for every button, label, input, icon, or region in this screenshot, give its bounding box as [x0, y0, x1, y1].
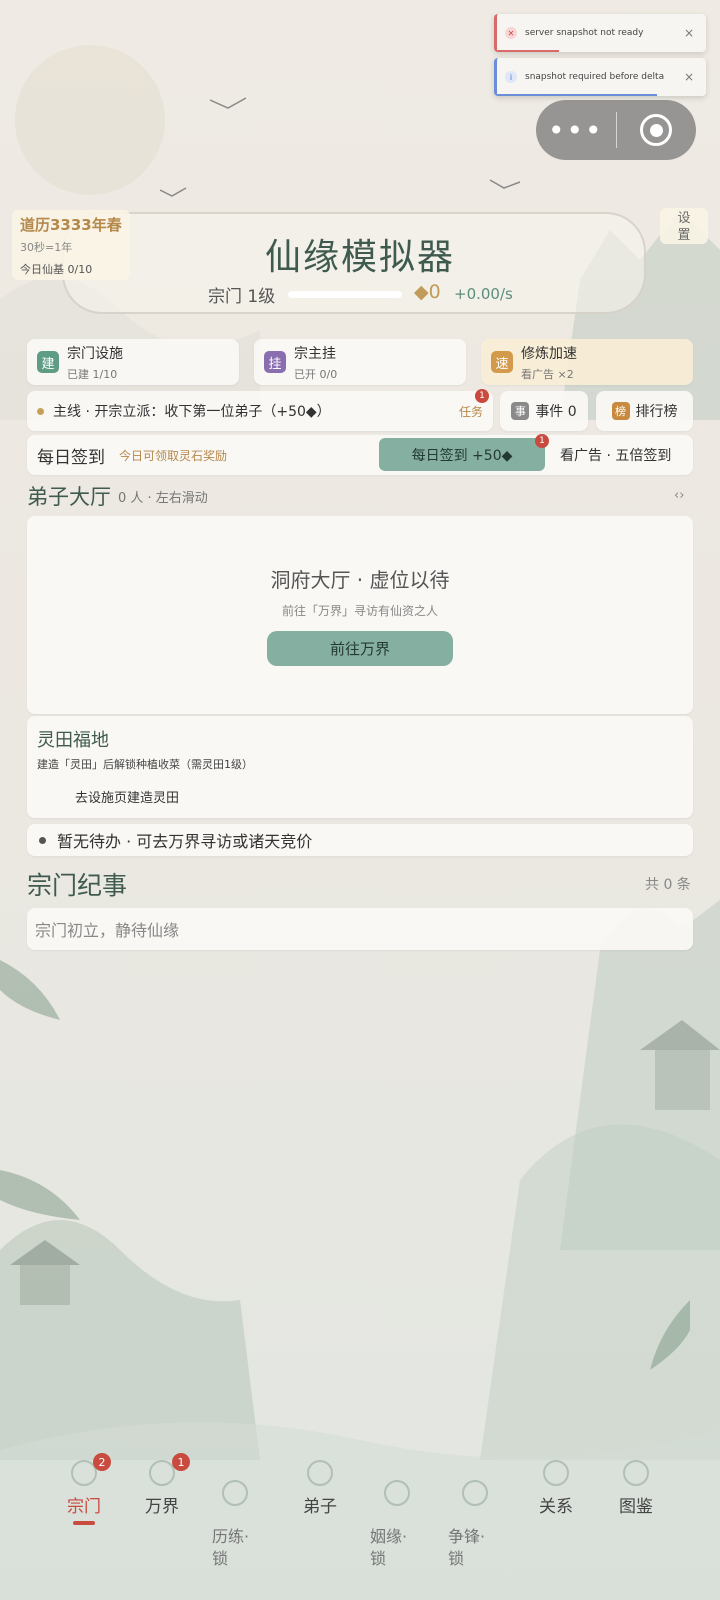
facility-title: 宗门设施 [67, 345, 123, 362]
close-icon[interactable]: × [684, 26, 694, 40]
nav-label: 万界 [145, 1497, 179, 1517]
info-icon: i [505, 71, 517, 83]
spirit-field: 灵田福地 建造「灵田」后解锁种植收菜（需灵田1级） 去设施页建造灵田 [27, 716, 693, 818]
mainline-quest[interactable]: 主线 · 开宗立派：收下第一位弟子（+50◆） 任务 1 [27, 389, 493, 431]
nav-badge: 1 [172, 1453, 190, 1471]
hall-subtitle: 0 人 · 左右滑动 [118, 491, 208, 506]
hall-scroll-arrows[interactable]: ‹› [674, 488, 684, 503]
facility-title: 宗主挂 [294, 345, 336, 362]
chronicle-title: 宗门纪事 [27, 871, 128, 900]
disciple-icon [307, 1460, 333, 1486]
events-icon: 事 [511, 402, 530, 420]
codex-icon [623, 1460, 649, 1486]
nav-label: 弟子 [303, 1497, 337, 1517]
go-realm-button[interactable]: 前往万界 [267, 631, 453, 666]
nav-item-codex[interactable]: 图鉴 [616, 1460, 656, 1517]
mainline-text: 主线 · 开宗立派：收下第一位弟子（+50◆） [53, 404, 331, 420]
more-menu-button[interactable]: ••• [536, 114, 616, 147]
sect-level: 宗门 1级 [208, 287, 276, 307]
error-toast: ✕ server snapshot not ready × [494, 14, 706, 52]
chronicle-count: 共 0 条 [645, 877, 691, 893]
training-icon [222, 1480, 248, 1506]
bottom-nav: 宗门 2 万界 1 历练· 锁 弟子 姻缘· 锁 争锋· 锁 关系 图鉴 [0, 1453, 720, 1600]
ranking-icon: 榜 [611, 402, 630, 420]
bullet-icon [39, 836, 46, 844]
nav-label: 图鉴 [619, 1497, 653, 1517]
field-desc: 建造「灵田」后解锁种植收菜（需灵田1级） [37, 758, 253, 771]
nav-item-relation[interactable]: 关系 [536, 1460, 576, 1517]
facility-card-build[interactable]: 建 宗门设施 已建 1/10 [27, 339, 239, 385]
nav-label: 历练· 锁 [212, 1527, 250, 1568]
nav-item-training[interactable]: 历练· 锁 [212, 1458, 262, 1592]
nav-label: 宗门 [67, 1497, 101, 1517]
bullet-icon [37, 407, 44, 415]
todo-bar: 暂无待办 · 可去万界寻访或诸天竞价 [27, 824, 693, 856]
level-progress-bar [288, 291, 402, 298]
master-icon: 挂 [264, 351, 286, 373]
hall-title: 弟子大厅 [27, 485, 111, 509]
nav-label: 姻缘· 锁 [370, 1527, 408, 1568]
facility-card-speedup[interactable]: 速 修炼加速 看广告 ×2 [481, 339, 693, 385]
marriage-icon [384, 1480, 410, 1506]
facility-sub: 看广告 ×2 [521, 367, 574, 381]
nav-label: 关系 [539, 1497, 573, 1517]
signin-badge: 1 [535, 434, 549, 448]
facility-sub: 已建 1/10 [67, 367, 118, 381]
info-toast-text: snapshot required before delta [525, 72, 665, 82]
realm-icon [149, 1460, 175, 1486]
nav-badge: 2 [93, 1453, 111, 1471]
speed-icon: 速 [491, 351, 513, 373]
daily-signin: 每日签到 今日可领取灵石奖励 每日签到 +50◆ 1 看广告 · 五倍签到 [27, 434, 693, 475]
info-toast: i snapshot required before delta × [494, 58, 706, 96]
build-icon: 建 [37, 351, 59, 373]
task-link[interactable]: 任务 [459, 403, 483, 420]
ranking-button[interactable]: 榜 排行榜 [596, 391, 693, 431]
nav-item-disciple[interactable]: 弟子 [300, 1460, 340, 1517]
events-button[interactable]: 事 事件 0 [500, 391, 588, 431]
error-icon: ✕ [505, 27, 517, 39]
build-field-button[interactable]: 去设施页建造灵田 [37, 782, 217, 810]
miniprogram-capsule: ••• [536, 100, 696, 160]
hall-empty-title: 洞府大厅 · 虚位以待 [270, 568, 450, 592]
nav-label: 争锋· 锁 [448, 1527, 486, 1568]
facility-sub: 已开 0/0 [294, 367, 338, 381]
contest-icon [462, 1480, 488, 1506]
todo-text: 暂无待办 · 可去万界寻访或诸天竞价 [57, 832, 313, 851]
disciple-hall: 洞府大厅 · 虚位以待 前往「万界」寻访有仙资之人 前往万界 [27, 516, 693, 714]
chronicle-entry: 宗门初立，静待仙缘 [27, 908, 693, 950]
events-label: 事件 0 [535, 404, 577, 420]
field-title: 灵田福地 [37, 730, 109, 751]
error-toast-text: server snapshot not ready [525, 28, 644, 38]
nav-item-contest[interactable]: 争锋· 锁 [448, 1458, 498, 1592]
close-program-button[interactable] [617, 114, 697, 146]
nav-item-marriage[interactable]: 姻缘· 锁 [370, 1458, 420, 1592]
spirit-stone-count: ◆0 [414, 281, 441, 303]
signin-button[interactable]: 每日签到 +50◆ [379, 438, 545, 471]
close-icon[interactable]: × [684, 70, 694, 84]
signin-title: 每日签到 [37, 448, 105, 468]
facility-title: 修炼加速 [521, 345, 577, 362]
ranking-label: 排行榜 [635, 404, 678, 420]
task-badge: 1 [475, 389, 489, 403]
ad-signin-button[interactable]: 看广告 · 五倍签到 [560, 445, 671, 465]
signin-hint: 今日可领取灵石奖励 [119, 449, 228, 463]
hall-empty-subtitle: 前往「万界」寻访有仙资之人 [281, 604, 438, 618]
record-icon [640, 114, 673, 146]
facility-card-master[interactable]: 挂 宗主挂 已开 0/0 [254, 339, 466, 385]
relation-icon [543, 1460, 569, 1486]
income-rate: +0.00/s [454, 285, 513, 303]
page-title: 仙缘模拟器 [264, 237, 455, 278]
